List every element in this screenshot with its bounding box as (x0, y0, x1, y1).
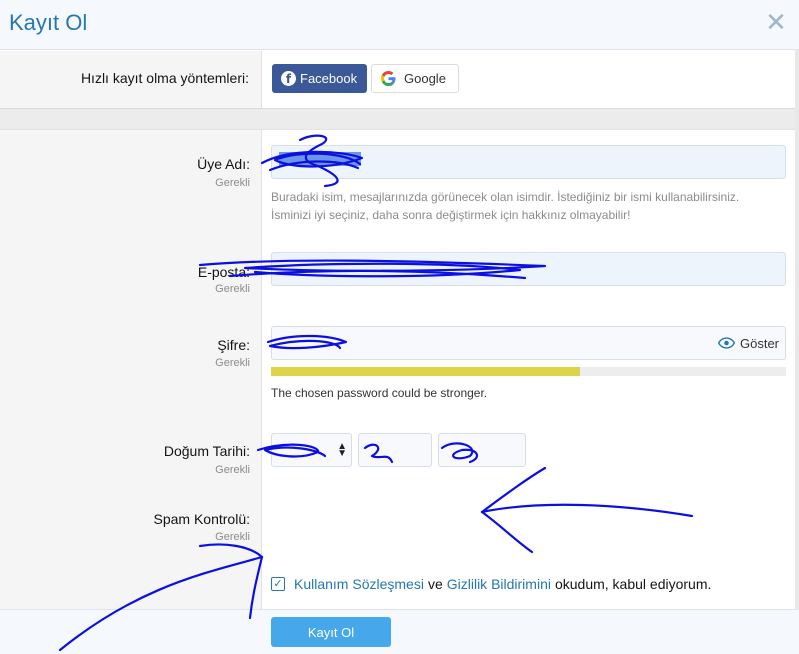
select-caret-icon: ▲ ▼ (337, 441, 347, 459)
email-required: Gerekli (215, 283, 250, 295)
password-required: Gerekli (215, 357, 250, 369)
scrollbar[interactable] (795, 50, 799, 610)
terms-checkbox[interactable]: ✓ (271, 577, 285, 591)
username-label: Üye Adı: (197, 156, 250, 172)
birth-month-select[interactable]: ▲ ▼ (271, 433, 352, 467)
password-strength-fill (271, 367, 580, 376)
terms-suffix: okudum, kabul ediyorum. (554, 576, 712, 592)
password-label: Şifre: (217, 337, 250, 353)
eye-icon (717, 337, 735, 349)
password-strength-meter (271, 367, 786, 376)
section-separator (0, 108, 799, 130)
username-required: Gerekli (215, 177, 250, 189)
terms-link[interactable]: Kullanım Sözleşmesi (294, 576, 424, 592)
spam-required: Gerekli (215, 531, 250, 543)
username-input[interactable] (271, 145, 786, 179)
facebook-button[interactable]: f Facebook (272, 64, 367, 93)
dialog-header: Kayıt Ol ✕ (0, 0, 799, 50)
password-input[interactable] (271, 326, 713, 360)
username-hint-1: Buradaki isim, mesajlarınızda görünecek … (271, 190, 740, 204)
email-input[interactable] (271, 252, 786, 286)
quick-register-label-col: Hızlı kayıt olma yöntemleri: (0, 51, 262, 108)
dialog-footer (0, 609, 799, 654)
email-label: E-posta: (197, 264, 250, 280)
username-hint-2: İsminizi iyi seçiniz, daha sonra değişti… (271, 208, 631, 222)
facebook-icon: f (281, 71, 296, 86)
google-button[interactable]: Google (371, 64, 459, 93)
register-submit-button[interactable]: Kayıt Ol (271, 617, 391, 647)
facebook-button-label: Facebook (300, 71, 358, 86)
google-icon (381, 71, 396, 86)
birthdate-label: Doğum Tarihi: (163, 443, 250, 459)
show-password-button[interactable]: Göster (712, 326, 786, 360)
close-icon[interactable]: ✕ (765, 9, 787, 35)
birthdate-required: Gerekli (215, 464, 250, 476)
spam-label: Spam Kontrolü: (153, 511, 251, 527)
birth-day-input[interactable] (358, 433, 432, 467)
google-button-label: Google (404, 71, 446, 86)
checkbox-check-icon: ✓ (273, 578, 283, 590)
terms-and: ve (427, 576, 443, 592)
quick-register-label: Hızlı kayıt olma yöntemleri: (80, 70, 249, 86)
quick-register-row: Hızlı kayıt olma yöntemleri: f Facebook … (0, 51, 799, 108)
dialog-title: Kayıt Ol (9, 10, 88, 35)
show-password-label: Göster (739, 335, 779, 351)
password-strength-text: The chosen password could be stronger. (271, 386, 488, 400)
birth-year-input[interactable] (438, 433, 526, 467)
terms-agreement: ✓ Kullanım Sözleşmesi ve Gizlilik Bildir… (271, 576, 711, 592)
privacy-link[interactable]: Gizlilik Bildirimini (447, 576, 551, 592)
